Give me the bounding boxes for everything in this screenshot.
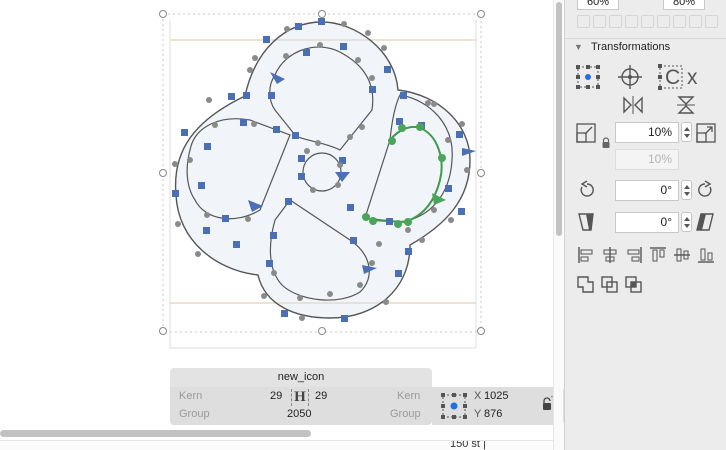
swatch[interactable] [577,15,590,28]
rotate-field[interactable]: 0° [615,180,679,201]
reference-point-icon[interactable] [440,392,468,420]
left-sidebearing-value[interactable]: 29 [270,390,282,402]
left-group-label: Group [179,408,210,420]
percent-field-2[interactable]: 80% [663,0,705,10]
swatch[interactable] [705,15,718,28]
union-icon[interactable] [577,276,595,294]
glyph-canvas[interactable]: new_icon Kern 29 H 29 Kern Group 2050 Gr… [0,0,553,450]
bounding-box-origin-icon[interactable] [575,64,601,90]
intersect-icon[interactable] [625,276,643,294]
glyph-width-value[interactable]: 2050 [287,408,311,420]
right-group-label: Group [390,408,421,420]
percent-field-1[interactable]: 60% [577,0,619,10]
rotate-cw-icon[interactable] [695,180,715,200]
scale-stepper[interactable] [681,122,692,142]
right-sidebearing-value[interactable]: 29 [315,390,327,402]
left-kern-label: Kern [179,390,203,402]
scale-field[interactable]: 10% [615,122,679,143]
swatch[interactable] [657,15,670,28]
align-top-icon[interactable] [649,246,667,264]
align-center-horizontal-icon[interactable] [601,246,619,264]
y-label: Y [474,408,482,420]
x-label: X [474,390,482,402]
svg-text:x: x [687,66,698,89]
status-text: 150 st | [450,440,486,450]
swatch[interactable] [673,15,686,28]
crosshair-origin-icon[interactable] [617,64,643,90]
horizontal-scroll-thumb[interactable] [0,430,311,437]
rotate-stepper[interactable] [681,180,692,200]
swatch[interactable] [689,15,702,28]
subtract-icon[interactable] [601,276,619,294]
h-glyph-icon: H [291,389,309,406]
flip-horizontal-icon[interactable] [623,96,643,114]
chevron-down-icon[interactable]: ▼ [574,42,583,52]
swatch[interactable] [625,15,638,28]
scale-field-vertical[interactable]: 10% [615,149,679,170]
transformations-section-header[interactable]: ▼ Transformations [565,38,726,56]
transformations-label: Transformations [591,41,671,53]
inspector-panel: 60% 80% ▼ Transformations C x 10% 10% 0°… [564,0,726,450]
glyph-outline-view[interactable] [150,0,550,370]
slant-field[interactable]: 0° [615,212,679,233]
vertical-scrollbar[interactable] [553,0,563,450]
flip-vertical-icon[interactable] [677,96,697,114]
swatch[interactable] [641,15,654,28]
align-right-icon[interactable] [625,246,643,264]
align-center-vertical-icon[interactable] [673,246,691,264]
align-left-icon[interactable] [577,246,595,264]
status-bar: 150 st | [0,440,553,450]
slant-right-icon[interactable] [695,212,715,232]
lock-icon[interactable] [540,397,554,411]
swatch[interactable] [593,15,606,28]
scale-down-icon[interactable] [575,122,597,144]
right-kern-label: Kern [397,390,421,402]
swatch[interactable] [609,15,622,28]
svg-text:C: C [665,66,680,89]
slant-left-icon[interactable] [577,212,597,232]
lock-icon[interactable] [601,137,611,148]
vertical-scroll-thumb[interactable] [556,2,562,236]
y-value[interactable]: 876 [484,408,502,420]
glyph-metrics-box: Kern 29 H 29 Kern Group 2050 Group [170,387,432,425]
outer-contour [174,21,471,319]
glyph-name-label[interactable]: new_icon [170,368,432,387]
metrics-origin-icon[interactable]: C x [657,63,715,91]
align-bottom-icon[interactable] [697,246,715,264]
rotate-ccw-icon[interactable] [577,180,597,200]
scale-up-icon[interactable] [695,122,717,144]
x-value[interactable]: 1025 [484,390,508,402]
coordinate-box: X 1025 Y 876 ↔ ↕ [432,387,564,425]
slant-stepper[interactable] [681,212,692,232]
